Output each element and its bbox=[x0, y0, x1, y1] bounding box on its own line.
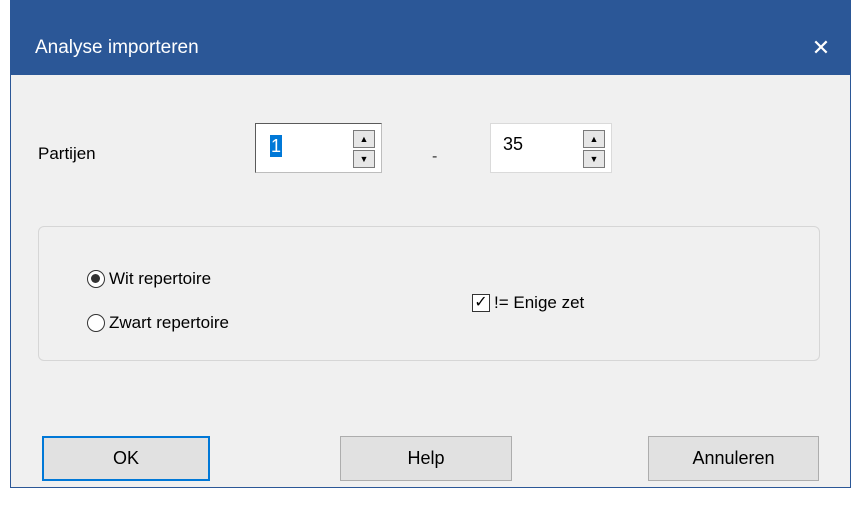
from-spin-buttons: ▲ ▼ bbox=[353, 130, 375, 168]
only-move-checkbox[interactable]: ✓ != Enige zet bbox=[472, 293, 584, 313]
radio-checked-icon[interactable] bbox=[87, 270, 105, 288]
radio-black-label: Zwart repertoire bbox=[109, 313, 229, 332]
to-game-spinbox[interactable]: 35 ▲ ▼ bbox=[490, 123, 612, 173]
close-icon[interactable]: ✕ bbox=[792, 26, 850, 70]
checkbox-checked-icon[interactable]: ✓ bbox=[472, 294, 490, 312]
options-group: Wit repertoire Zwart repertoire ✓ != Eni… bbox=[38, 226, 820, 361]
to-game-input[interactable]: 35 bbox=[503, 134, 523, 155]
help-button[interactable]: Help bbox=[340, 436, 512, 481]
ok-button[interactable]: OK bbox=[42, 436, 210, 481]
range-separator: - bbox=[432, 148, 438, 165]
spin-up-icon[interactable]: ▲ bbox=[353, 130, 375, 148]
radio-white-label: Wit repertoire bbox=[109, 269, 212, 288]
partijen-label: Partijen bbox=[38, 144, 96, 163]
title-bar[interactable]: Analyse importeren ✕ bbox=[11, 0, 850, 75]
only-move-label: != Enige zet bbox=[494, 293, 585, 312]
spin-down-icon[interactable]: ▼ bbox=[353, 150, 375, 168]
radio-white-repertoire[interactable]: Wit repertoire bbox=[87, 269, 211, 289]
dialog-title: Analyse importeren bbox=[35, 37, 199, 58]
spin-down-icon[interactable]: ▼ bbox=[583, 150, 605, 168]
from-game-spinbox[interactable]: 1 ▲ ▼ bbox=[255, 123, 382, 173]
cancel-button[interactable]: Annuleren bbox=[648, 436, 819, 481]
spin-up-icon[interactable]: ▲ bbox=[583, 130, 605, 148]
radio-black-repertoire[interactable]: Zwart repertoire bbox=[87, 313, 229, 333]
radio-unchecked-icon[interactable] bbox=[87, 314, 105, 332]
to-spin-buttons: ▲ ▼ bbox=[583, 130, 605, 168]
from-game-input[interactable]: 1 bbox=[270, 135, 283, 157]
